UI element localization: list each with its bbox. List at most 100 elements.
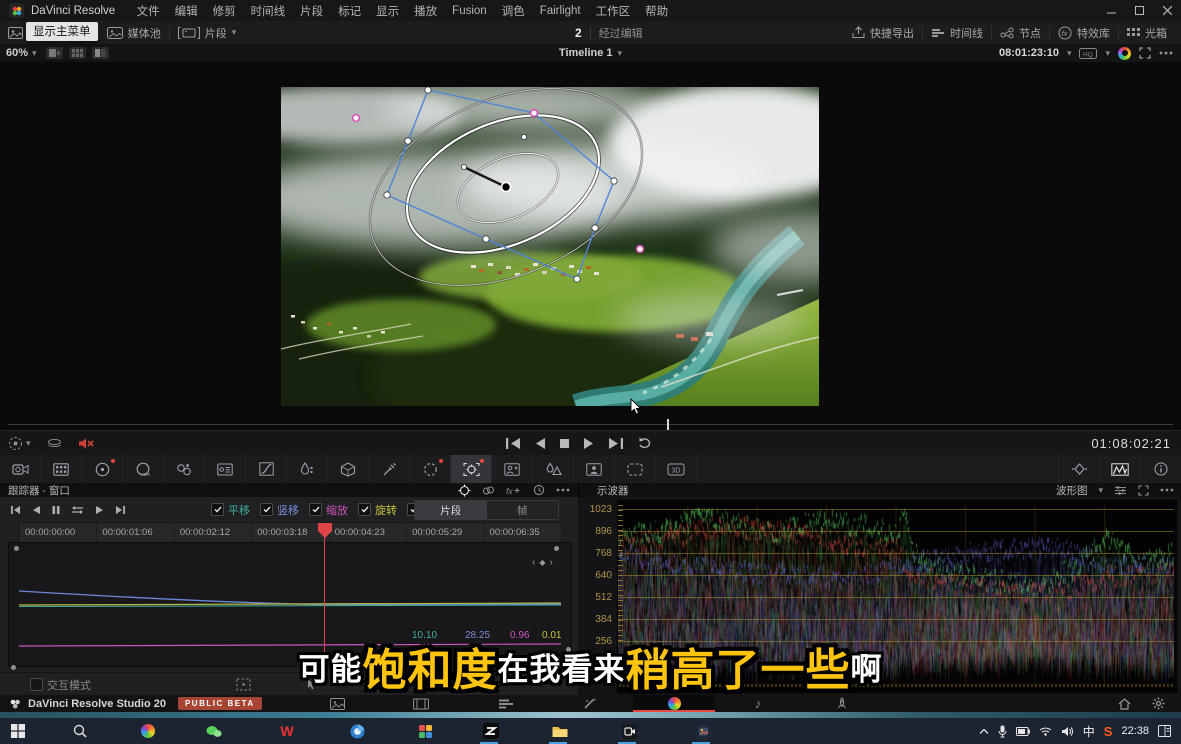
app-logo-icon[interactable] [9, 3, 24, 18]
key-tool[interactable] [574, 455, 615, 483]
menu-playback[interactable]: 播放 [407, 3, 445, 19]
taskbar-app-browser[interactable] [347, 721, 367, 741]
pan-checkbox[interactable] [211, 503, 224, 516]
tab-frame[interactable]: 帧 [487, 501, 559, 519]
taskbar-app-wps[interactable]: W [277, 721, 297, 741]
tracker-playhead-marker[interactable] [317, 522, 333, 539]
chevron-down-icon[interactable]: ▾ [1105, 48, 1110, 59]
expand-viewer-icon[interactable] [1139, 47, 1151, 59]
sogou-input-icon[interactable]: S [1104, 724, 1113, 739]
color-slice-tool[interactable] [205, 455, 246, 483]
chevron-down-icon[interactable]: ▾ [1098, 485, 1103, 496]
clock[interactable]: 22:38 [1121, 725, 1149, 737]
tray-expand-icon[interactable] [979, 728, 989, 735]
camera-raw-tool[interactable] [0, 455, 41, 483]
qualifier-tool[interactable] [287, 455, 328, 483]
taskbar-app-explorer[interactable] [550, 721, 570, 741]
tracker-ruler[interactable]: 00:00:00:00 00:00:01:06 00:00:02:12 00:0… [18, 522, 562, 544]
menu-trim[interactable]: 修剪 [205, 3, 243, 19]
gamut-indicator-button[interactable]: ▾ [8, 436, 31, 451]
taskbar-app-photos[interactable] [693, 721, 713, 741]
interactive-mode-checkbox[interactable] [30, 678, 43, 691]
scope-settings-icon[interactable] [1114, 485, 1127, 496]
tilt-checkbox[interactable] [260, 503, 273, 516]
search-icon[interactable] [70, 721, 90, 741]
power-window-tool[interactable] [410, 455, 451, 483]
sizing-tool[interactable] [615, 455, 656, 483]
taskbar-app-design[interactable] [415, 721, 435, 741]
tracker-options-icon[interactable] [556, 488, 570, 492]
timeline-selector[interactable]: Timeline 1 ▾ [559, 47, 622, 59]
taskbar-app-z[interactable] [481, 721, 501, 741]
home-button[interactable] [1106, 695, 1142, 712]
settings-gear-icon[interactable] [1140, 695, 1176, 712]
zoom-level-select[interactable]: 60% ▾ [0, 47, 43, 59]
color-wheels-tool[interactable] [82, 455, 123, 483]
grid-viewer-toggle[interactable] [69, 47, 86, 59]
wifi-icon[interactable] [1039, 726, 1052, 736]
stereo-3d-tool[interactable]: 3D [656, 455, 697, 483]
pause-button[interactable] [52, 505, 60, 515]
battery-icon[interactable] [1016, 727, 1030, 736]
track-to-start-button[interactable] [10, 505, 21, 515]
start-button[interactable] [8, 721, 28, 741]
prev-keyframe-icon[interactable]: ‹ [532, 557, 535, 568]
color-match-tool[interactable] [41, 455, 82, 483]
menu-fairlight[interactable]: Fairlight [532, 5, 588, 17]
notification-icon[interactable] [1158, 725, 1171, 737]
taskbar-app-obs[interactable] [619, 721, 639, 741]
media-pool-button[interactable]: 媒体池 [99, 21, 169, 44]
viewer-scrub-playhead[interactable] [667, 419, 669, 430]
quick-export-button[interactable]: 快捷导出 [844, 21, 922, 44]
blur-tool[interactable] [533, 455, 574, 483]
zoom-checkbox[interactable] [309, 503, 322, 516]
microphone-icon[interactable] [998, 725, 1007, 738]
taskbar-app-colorwheel[interactable] [138, 721, 158, 741]
minimize-button[interactable] [1097, 0, 1125, 21]
split-viewer-toggle[interactable] [92, 47, 109, 59]
scope-options-icon[interactable] [1160, 488, 1174, 492]
next-keyframe-icon[interactable]: › [550, 557, 553, 568]
keyframe-diamond-icon[interactable]: ◆ [539, 558, 545, 567]
keyframes-panel-button[interactable] [1058, 455, 1099, 483]
chevron-down-icon[interactable]: ▾ [1067, 48, 1072, 59]
track-reverse-button[interactable] [32, 505, 41, 515]
track-forward-button[interactable] [95, 505, 104, 515]
speaker-icon[interactable] [1061, 726, 1074, 737]
ime-indicator[interactable]: 中 [1083, 723, 1095, 740]
proxy-quality-icon[interactable]: HQ [1079, 48, 1097, 59]
track-to-end-button[interactable] [115, 505, 126, 515]
maximize-button[interactable] [1125, 0, 1153, 21]
menu-help[interactable]: 帮助 [638, 3, 676, 19]
track-target-icon[interactable] [458, 484, 471, 497]
menu-clip[interactable]: 片段 [293, 3, 331, 19]
cloud-track-icon[interactable] [482, 485, 495, 496]
clips-button[interactable]: 片段 ▾ [170, 21, 245, 44]
scope-expand-icon[interactable] [1138, 485, 1149, 496]
last-frame-button[interactable] [608, 437, 624, 450]
info-panel-button[interactable] [1140, 455, 1181, 483]
grade-bypass-icon[interactable] [1118, 47, 1131, 60]
color-warper-tool[interactable] [328, 455, 369, 483]
timeline-view-button[interactable]: 时间线 [923, 21, 991, 44]
eyedropper-tool[interactable] [369, 455, 410, 483]
mute-button[interactable] [78, 437, 94, 450]
track-both-button[interactable] [71, 505, 84, 515]
tab-clip[interactable]: 片段 [415, 501, 487, 519]
single-viewer-toggle[interactable] [46, 47, 63, 59]
scope-mode-select[interactable]: 波形图 [1056, 483, 1088, 498]
magic-mask-tool[interactable] [492, 455, 533, 483]
menu-color[interactable]: 调色 [494, 3, 532, 19]
menu-file[interactable]: 文件 [129, 3, 167, 19]
curves-tool[interactable] [246, 455, 287, 483]
taskbar-app-wechat[interactable] [204, 721, 224, 741]
select-region-icon[interactable] [236, 678, 251, 691]
menu-edit[interactable]: 编辑 [167, 3, 205, 19]
viewer-options-icon[interactable] [1159, 51, 1173, 55]
close-button[interactable] [1153, 0, 1181, 21]
reset-history-icon[interactable] [533, 484, 545, 496]
primaries-bars-tool[interactable] [164, 455, 205, 483]
rotate-checkbox[interactable] [358, 503, 371, 516]
play-reverse-button[interactable] [534, 437, 546, 450]
fx-add-icon[interactable]: fx [506, 485, 522, 496]
